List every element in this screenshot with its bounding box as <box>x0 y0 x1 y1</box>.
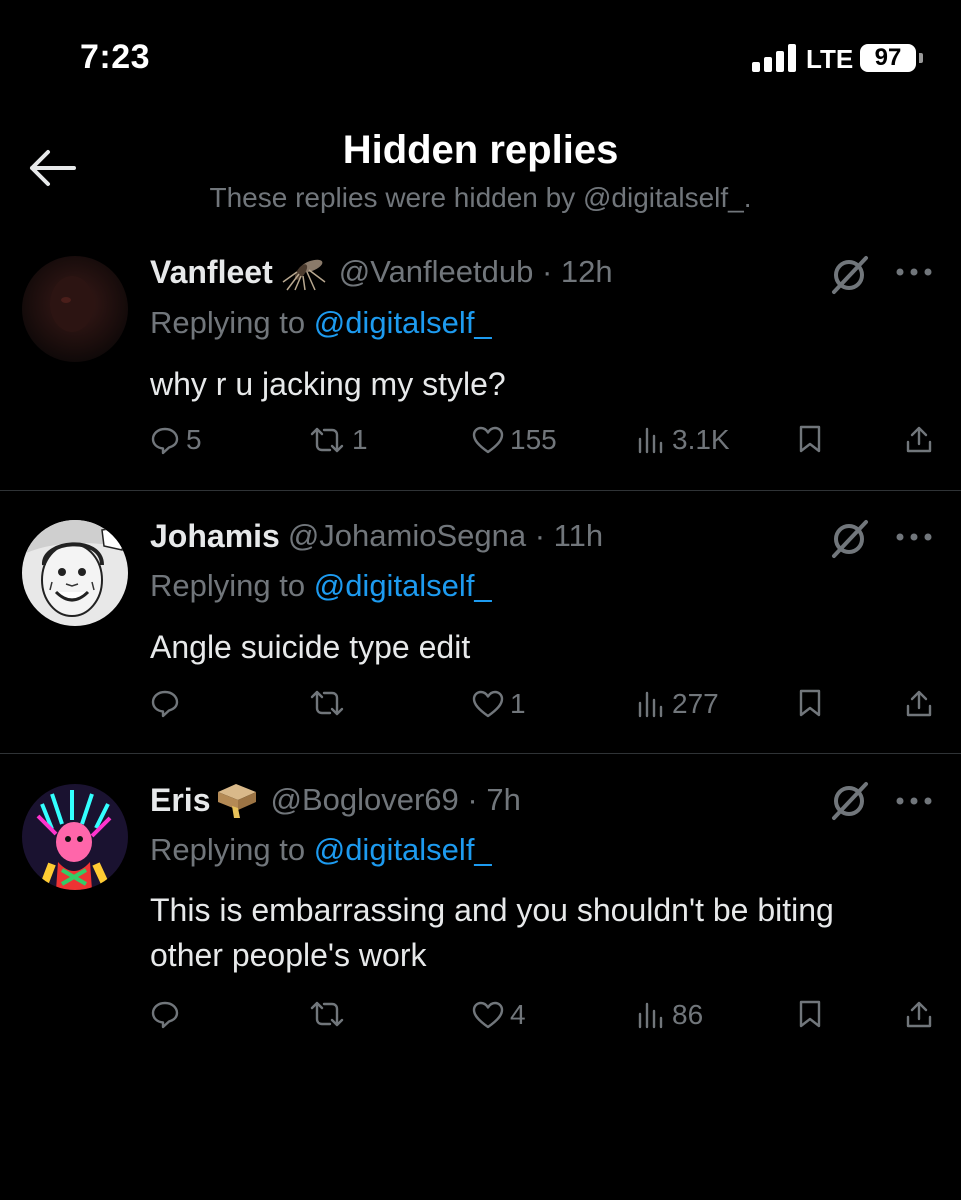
avatar[interactable] <box>22 520 128 626</box>
share-button[interactable] <box>904 688 934 720</box>
handle-and-time[interactable]: @Vanfleetdub · 12h <box>339 254 613 290</box>
replying-to-label: Replying to <box>150 568 306 603</box>
more-options-icon[interactable] <box>894 791 934 811</box>
share-icon <box>906 1001 932 1028</box>
page-subtitle: These replies were hidden by @digitalsel… <box>209 182 752 213</box>
reply-header: Eris @Boglover69 · 7h <box>150 778 521 822</box>
bookmark-icon <box>799 425 821 453</box>
more-options-icon[interactable] <box>894 527 934 547</box>
heart-icon <box>472 426 504 454</box>
views-button[interactable]: 277 <box>636 688 719 720</box>
heart-icon <box>472 1001 504 1029</box>
mention-link[interactable]: @digitalself_ <box>314 305 492 340</box>
replying-to: Replying to @digitalself_ <box>150 568 492 604</box>
bookmark-button[interactable] <box>796 999 824 1029</box>
mention-link[interactable]: @digitalself_ <box>314 568 492 603</box>
bookmark-button[interactable] <box>796 688 824 718</box>
divider <box>0 753 961 754</box>
unhide-reply-icon[interactable] <box>826 516 872 562</box>
display-name[interactable]: Johamis <box>150 518 280 555</box>
like-button[interactable]: 155 <box>472 424 557 456</box>
handle-and-time[interactable]: @JohamioSegna · 11h <box>288 518 603 554</box>
reply-text: why r u jacking my style? <box>150 366 506 402</box>
reply-actions: 5 1 155 3.1K <box>0 424 961 464</box>
unhide-reply-icon[interactable] <box>826 778 872 824</box>
mention-link[interactable]: @digitalself_ <box>314 832 492 867</box>
views-button[interactable]: 3.1K <box>636 424 730 456</box>
reply-button[interactable] <box>150 999 186 1029</box>
network-label: LTE <box>806 44 854 74</box>
signal-icon <box>752 44 798 72</box>
divider <box>0 490 961 491</box>
page-title: Hidden replies <box>342 128 619 172</box>
handle-and-time[interactable]: @Boglover69 · 7h <box>270 782 520 818</box>
replying-to: Replying to @digitalself_ <box>150 832 492 868</box>
unhide-reply-icon[interactable] <box>826 252 872 298</box>
repost-button[interactable] <box>308 688 352 718</box>
reply-actions: 4 86 <box>0 999 961 1039</box>
repost-button[interactable] <box>308 999 352 1029</box>
cardboard-box-icon <box>212 780 262 820</box>
display-name[interactable]: Vanfleet <box>150 254 273 291</box>
comment-icon <box>151 1001 179 1029</box>
avatar[interactable] <box>22 784 128 890</box>
repost-icon <box>310 427 344 453</box>
screen: 7:23 LTE 97 Hidden replies These replies… <box>0 0 961 1200</box>
battery-tip <box>919 53 923 63</box>
replying-to-label: Replying to <box>150 832 306 867</box>
more-options-icon[interactable] <box>894 262 934 282</box>
like-count: 1 <box>510 688 526 719</box>
reply-count: 5 <box>186 424 202 455</box>
reply-button[interactable]: 5 <box>150 424 202 456</box>
share-button[interactable] <box>904 424 934 456</box>
reply-text: Angle suicide type edit <box>150 629 471 665</box>
views-count: 277 <box>672 688 719 719</box>
reply-actions: 1 277 <box>0 688 961 728</box>
heart-icon <box>472 690 504 718</box>
bookmark-icon <box>799 1000 821 1028</box>
replying-to: Replying to @digitalself_ <box>150 305 492 341</box>
reply-header: Johamis @JohamioSegna · 11h <box>150 514 603 558</box>
status-time: 7:23 <box>80 38 151 76</box>
views-count: 3.1K <box>672 424 730 455</box>
views-count: 86 <box>672 999 704 1030</box>
views-icon <box>638 427 663 454</box>
repost-button[interactable]: 1 <box>308 424 368 456</box>
like-button[interactable]: 4 <box>472 999 526 1031</box>
reply-text: This is embarrassing and you shouldn't b… <box>150 892 834 973</box>
display-name[interactable]: Eris <box>150 782 210 819</box>
reply-header: Vanfleet @Vanfleetdub · 12h <box>150 250 613 294</box>
status-bar: 7:23 LTE 97 <box>0 0 961 110</box>
views-icon <box>638 1002 663 1029</box>
avatar[interactable] <box>22 256 128 362</box>
like-count: 155 <box>510 424 557 455</box>
bookmark-button[interactable] <box>796 424 824 454</box>
bookmark-icon <box>799 689 821 717</box>
repost-icon <box>310 690 344 716</box>
reply-button[interactable] <box>150 688 186 718</box>
comment-icon <box>151 427 179 455</box>
views-icon <box>638 691 663 718</box>
share-button[interactable] <box>904 999 934 1031</box>
like-count: 4 <box>510 999 526 1030</box>
mosquito-icon <box>281 252 331 292</box>
repost-icon <box>310 1001 344 1027</box>
share-icon <box>906 690 932 717</box>
repost-count: 1 <box>352 424 368 455</box>
battery-icon: 97 <box>860 44 916 72</box>
views-button[interactable]: 86 <box>636 999 703 1031</box>
like-button[interactable]: 1 <box>472 688 526 720</box>
share-icon <box>906 426 932 453</box>
replying-to-label: Replying to <box>150 305 306 340</box>
comment-icon <box>151 690 179 718</box>
